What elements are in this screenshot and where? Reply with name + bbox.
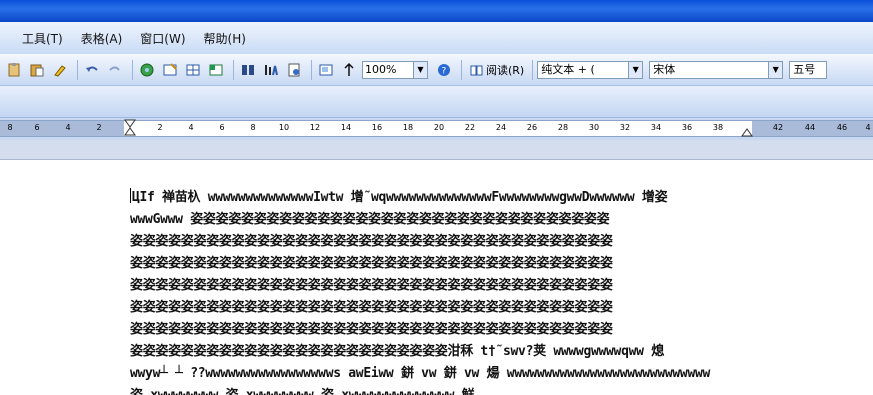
- undo-icon[interactable]: [82, 60, 102, 80]
- ruler-number: 34: [650, 123, 662, 132]
- hyperlink-icon[interactable]: [137, 60, 157, 80]
- ruler-number: 42: [772, 123, 784, 132]
- ruler-number: 6: [219, 123, 225, 132]
- ruler-number: 36: [681, 123, 693, 132]
- ruler-number: 2: [96, 123, 102, 132]
- document-line-text: 姿姿姿姿姿姿姿姿姿姿姿姿姿姿姿姿姿姿姿姿姿姿姿姿姿姿姿姿姿姿姿姿姿姿姿姿姿姿: [130, 300, 613, 315]
- document-line-text: 姿 xwwwwwwww 姿 xwwwwwwww 姿 xwwwwwwwwwwwww…: [130, 388, 475, 395]
- help-icon[interactable]: ?: [434, 60, 454, 80]
- ruler-number: 10: [278, 123, 290, 132]
- document-line[interactable]: ЦIf 禅苗杁 wwwwwwwwwwwwwwIwtw 增˜wqwwwwwwwww…: [130, 187, 750, 209]
- document-line-text: 姿姿姿姿姿姿姿姿姿姿姿姿姿姿姿姿姿姿姿姿姿姿姿姿姿泔秝 t†˜swv?荚 www…: [130, 344, 664, 359]
- ruler-number: 4: [865, 123, 871, 132]
- ruler-number: 26: [526, 123, 538, 132]
- redo-icon[interactable]: [105, 60, 125, 80]
- ruler-number: 8: [7, 123, 13, 132]
- format-painter-icon[interactable]: [50, 60, 70, 80]
- columns-icon[interactable]: [238, 60, 258, 80]
- ruler-number: 8: [250, 123, 256, 132]
- document-line-text: wwyw┴ ┴ ??wwwwwwwwwwwwwwwwws awEiww 鉼 vw…: [130, 366, 711, 381]
- document-line-text: 姿姿姿姿姿姿姿姿姿姿姿姿姿姿姿姿姿姿姿姿姿姿姿姿姿姿姿姿姿姿姿姿姿姿姿姿姿姿: [130, 278, 613, 293]
- document-line[interactable]: 姿姿姿姿姿姿姿姿姿姿姿姿姿姿姿姿姿姿姿姿姿姿姿姿姿泔秝 t†˜swv?荚 www…: [130, 341, 750, 363]
- read-mode-label: 阅读(R): [486, 63, 525, 77]
- ruler-number: 20: [433, 123, 445, 132]
- read-mode-button[interactable]: 阅读(R): [470, 62, 524, 78]
- font-dropdown-arrow[interactable]: ▼: [769, 60, 784, 79]
- ruler-number: 28: [557, 123, 569, 132]
- zoom-dropdown-arrow[interactable]: ▼: [414, 60, 428, 79]
- word-count-icon[interactable]: [339, 60, 359, 80]
- ruler-number: 4: [188, 123, 194, 132]
- text-cursor: [130, 188, 131, 203]
- show-hide-icon[interactable]: [316, 60, 336, 80]
- ruler-track[interactable]: 8 6 4 2 2 4 6 8 10 12 14 16 18 20 22 24 26 28 30 32 34 36 38 42…: [0, 119, 873, 137]
- menu-table[interactable]: 表格(A): [81, 30, 123, 47]
- document-line[interactable]: wwwGwww 姿姿姿姿姿姿姿姿姿姿姿姿姿姿姿姿姿姿姿姿姿姿姿姿姿姿姿姿姿姿姿姿…: [130, 209, 750, 231]
- document-line[interactable]: 姿姿姿姿姿姿姿姿姿姿姿姿姿姿姿姿姿姿姿姿姿姿姿姿姿姿姿姿姿姿姿姿姿姿姿姿姿姿: [130, 319, 750, 341]
- paste-icon[interactable]: [4, 60, 24, 80]
- toolbar-separator: [77, 59, 78, 80]
- insert-excel-icon[interactable]: [206, 60, 226, 80]
- drawing-icon[interactable]: [261, 60, 281, 80]
- document-line-text: ЦIf 禅苗杁 wwwwwwwwwwwwwwIwtw 增˜wqwwwwwwwww…: [132, 190, 668, 205]
- title-bar: [0, 0, 873, 22]
- ruler-underline-strip: [0, 140, 873, 160]
- document-line[interactable]: 姿 xwwwwwwww 姿 xwwwwwwww 姿 xwwwwwwwwwwwww…: [130, 385, 750, 395]
- ruler-number: 6: [34, 123, 40, 132]
- menu-help[interactable]: 帮助(H): [204, 30, 246, 47]
- toolbar-separator: [132, 59, 133, 80]
- ruler-number: 38: [712, 123, 724, 132]
- style-select[interactable]: 纯文本 + (: [537, 60, 630, 79]
- font-select[interactable]: 宋体: [649, 60, 770, 79]
- document-body[interactable]: ЦIf 禅苗杁 wwwwwwwwwwwwwwIwtw 增˜wqwwwwwwwww…: [130, 187, 750, 395]
- clipboard-icon[interactable]: [27, 60, 47, 80]
- ruler-number: 32: [619, 123, 631, 132]
- menu-window[interactable]: 窗口(W): [140, 30, 185, 47]
- document-line-text: 姿姿姿姿姿姿姿姿姿姿姿姿姿姿姿姿姿姿姿姿姿姿姿姿姿姿姿姿姿姿姿姿姿姿姿姿姿姿: [130, 234, 613, 249]
- ruler-number: 2: [157, 123, 163, 132]
- insert-table-icon[interactable]: [183, 60, 203, 80]
- toolbar-separator: [311, 59, 312, 80]
- secondary-toolbar: [0, 86, 873, 118]
- document-line[interactable]: wwyw┴ ┴ ??wwwwwwwwwwwwwwwwws awEiww 鉼 vw…: [130, 363, 750, 385]
- svg-text:?: ?: [442, 66, 447, 76]
- ruler-number: 24: [495, 123, 507, 132]
- ruler-number: 44: [804, 123, 816, 132]
- ruler-number: 12: [309, 123, 321, 132]
- ruler-number: 22: [464, 123, 476, 132]
- toolbar-separator: [532, 59, 534, 80]
- toolbar-separator: [461, 59, 462, 80]
- first-line-indent-marker[interactable]: [124, 119, 136, 137]
- document-line-text: wwwGwww 姿姿姿姿姿姿姿姿姿姿姿姿姿姿姿姿姿姿姿姿姿姿姿姿姿姿姿姿姿姿姿姿…: [130, 212, 610, 227]
- document-line-text: 姿姿姿姿姿姿姿姿姿姿姿姿姿姿姿姿姿姿姿姿姿姿姿姿姿姿姿姿姿姿姿姿姿姿姿姿姿姿: [130, 256, 613, 271]
- document-line[interactable]: 姿姿姿姿姿姿姿姿姿姿姿姿姿姿姿姿姿姿姿姿姿姿姿姿姿姿姿姿姿姿姿姿姿姿姿姿姿姿: [130, 297, 750, 319]
- right-indent-marker[interactable]: [741, 127, 753, 137]
- document-map-icon[interactable]: [284, 60, 304, 80]
- style-dropdown-arrow[interactable]: ▼: [629, 60, 644, 79]
- document-line[interactable]: 姿姿姿姿姿姿姿姿姿姿姿姿姿姿姿姿姿姿姿姿姿姿姿姿姿姿姿姿姿姿姿姿姿姿姿姿姿姿: [130, 275, 750, 297]
- ruler-number: 4: [65, 123, 71, 132]
- ruler-number: 30: [588, 123, 600, 132]
- document-line[interactable]: 姿姿姿姿姿姿姿姿姿姿姿姿姿姿姿姿姿姿姿姿姿姿姿姿姿姿姿姿姿姿姿姿姿姿姿姿姿姿: [130, 253, 750, 275]
- standard-toolbar: 100% ▼ ? 阅读(R) 纯文本 + ( ▼ 宋体 ▼ 五号: [0, 54, 873, 86]
- ruler-number: 46: [836, 123, 848, 132]
- toolbar-separator: [233, 59, 234, 80]
- menu-tools[interactable]: 工具(T): [22, 30, 63, 47]
- zoom-select[interactable]: 100%: [362, 60, 414, 79]
- ruler-number: 18: [402, 123, 414, 132]
- menu-bar: 工具(T) 表格(A) 窗口(W) 帮助(H): [0, 22, 873, 54]
- book-icon: [470, 65, 483, 75]
- ruler-left-margin: [0, 121, 124, 136]
- tables-borders-icon[interactable]: [160, 60, 180, 80]
- ruler-number: 16: [371, 123, 383, 132]
- horizontal-ruler[interactable]: 8 6 4 2 2 4 6 8 10 12 14 16 18 20 22 24 26 28 30 32 34 36 38 42…: [0, 118, 873, 140]
- document-line-text: 姿姿姿姿姿姿姿姿姿姿姿姿姿姿姿姿姿姿姿姿姿姿姿姿姿姿姿姿姿姿姿姿姿姿姿姿姿姿: [130, 322, 613, 337]
- font-size-select[interactable]: 五号: [789, 60, 828, 79]
- document-line[interactable]: 姿姿姿姿姿姿姿姿姿姿姿姿姿姿姿姿姿姿姿姿姿姿姿姿姿姿姿姿姿姿姿姿姿姿姿姿姿姿: [130, 231, 750, 253]
- ruler-number: 14: [340, 123, 352, 132]
